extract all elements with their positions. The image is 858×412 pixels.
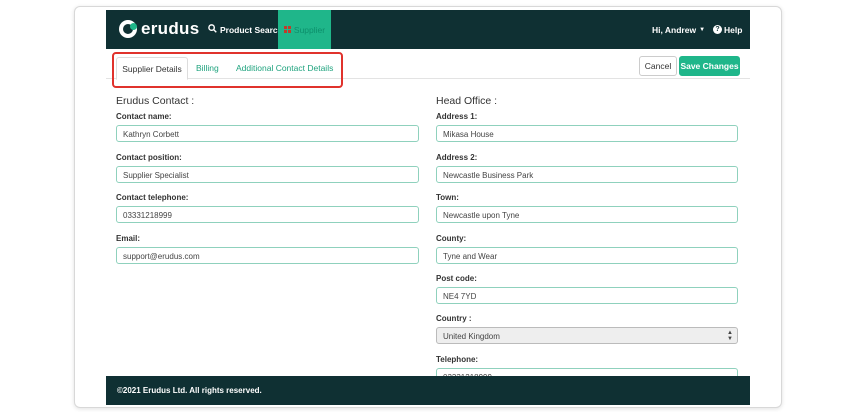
select-arrows-icon: ▲ ▼ [727, 329, 733, 342]
email-input[interactable]: support@erudus.com [116, 247, 419, 264]
brand-logo[interactable]: erudus [119, 19, 199, 39]
tab-additional-contact-details[interactable]: Additional Contact Details [236, 57, 333, 78]
top-navbar: erudus Product Search Supplier Hi, Andre… [106, 10, 750, 49]
cancel-button[interactable]: Cancel [639, 56, 677, 76]
caret-down-icon: ▼ [699, 26, 706, 33]
nav-product-search[interactable]: Product Search [208, 10, 283, 49]
user-greeting: Hi, Andrew [652, 24, 697, 35]
erudus-logo-icon [119, 20, 137, 38]
contact-position-label: Contact position: [116, 153, 182, 162]
telephone-label: Telephone: [436, 355, 479, 364]
help-icon: ? [713, 25, 722, 34]
help-link[interactable]: ? Help [713, 10, 742, 49]
town-input[interactable]: Newcastle upon Tyne [436, 206, 738, 223]
nav-product-search-label: Product Search [220, 24, 283, 35]
head-office-title: Head Office : [436, 95, 498, 107]
town-label: Town: [436, 193, 459, 202]
grid-icon [283, 26, 291, 33]
tab-bar-divider [106, 78, 750, 79]
address2-input[interactable]: Newcastle Business Park [436, 166, 738, 183]
address1-label: Address 1: [436, 112, 478, 121]
contact-name-label: Contact name: [116, 112, 172, 121]
address2-label: Address 2: [436, 153, 478, 162]
help-label: Help [724, 24, 743, 35]
brand-name: erudus [141, 19, 200, 38]
nav-supplier[interactable]: Supplier [278, 10, 331, 49]
footer: ©2021 Erudus Ltd. All rights reserved. [106, 376, 750, 405]
erudus-contact-title: Erudus Contact : [116, 95, 195, 107]
save-changes-button[interactable]: Save Changes [679, 56, 740, 76]
country-select-value: United Kingdom [443, 332, 500, 341]
contact-telephone-input[interactable]: 03331218999 [116, 206, 419, 223]
footer-copyright: ©2021 Erudus Ltd. All rights reserved. [117, 386, 262, 395]
contact-position-input[interactable]: Supplier Specialist [116, 166, 419, 183]
email-label: Email: [116, 234, 141, 243]
country-select[interactable]: United Kingdom ▲ ▼ [436, 327, 738, 344]
country-label: Country : [436, 314, 472, 323]
contact-telephone-label: Contact telephone: [116, 193, 189, 202]
search-icon [208, 24, 217, 35]
county-label: County: [436, 234, 467, 243]
tab-supplier-details[interactable]: Supplier Details [116, 57, 188, 80]
user-menu[interactable]: Hi, Andrew ▼ [652, 10, 705, 49]
address1-input[interactable]: Mikasa House [436, 125, 738, 142]
contact-name-input[interactable]: Kathryn Corbett [116, 125, 419, 142]
county-input[interactable]: Tyne and Wear [436, 247, 738, 264]
tab-billing[interactable]: Billing [196, 57, 219, 78]
postcode-input[interactable]: NE4 7YD [436, 287, 738, 304]
nav-supplier-label: Supplier [293, 24, 326, 35]
postcode-label: Post code: [436, 274, 477, 283]
